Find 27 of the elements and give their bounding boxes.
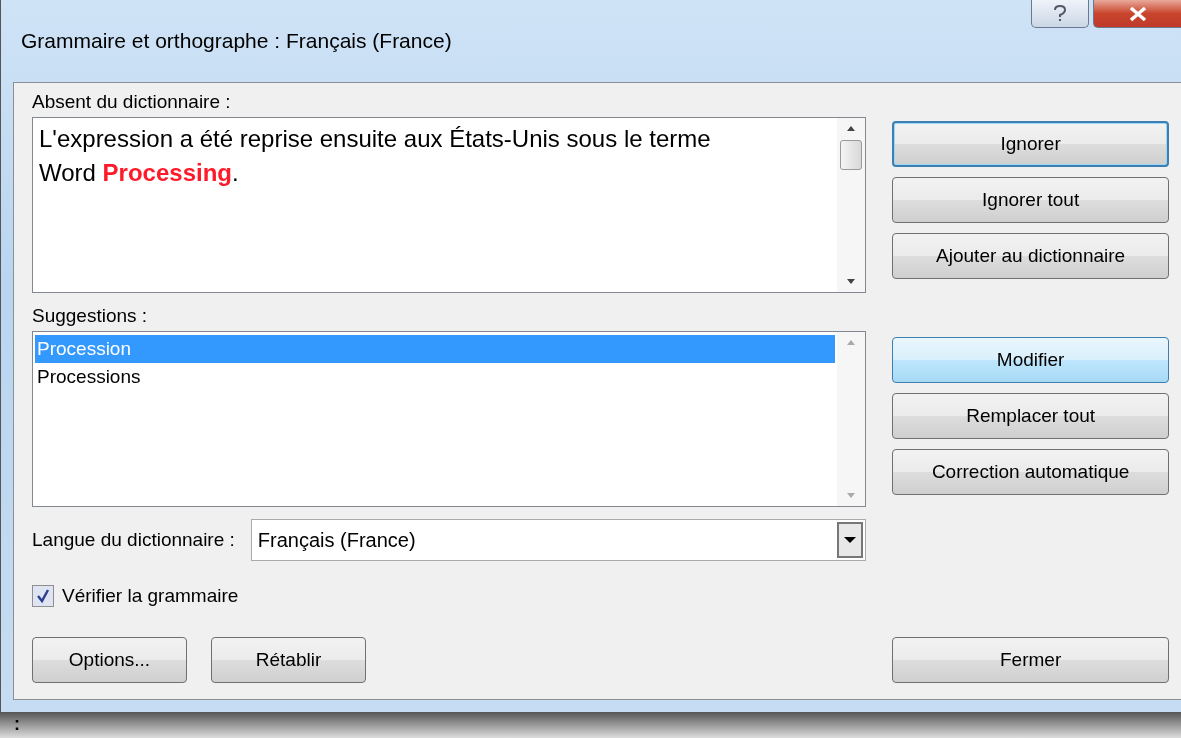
field-label: Langue du dictionnaire : <box>32 529 235 551</box>
close-icon <box>1128 5 1147 22</box>
window-title: Grammaire et orthographe : Français (France) <box>21 29 452 53</box>
checkbox[interactable] <box>32 585 54 607</box>
dialog-button[interactable]: Ignorer tout <box>892 177 1169 223</box>
sentence-field[interactable]: L'expression a été reprise ensuite aux États-Unis sous le terme Word Processing. <box>32 117 867 293</box>
field-label: Absent du dictionnaire : <box>32 90 232 114</box>
dialog-button[interactable]: Ignorer <box>892 121 1169 167</box>
dialog-button[interactable]: Options... <box>32 637 187 683</box>
dialog-button[interactable]: Modifier <box>892 337 1169 383</box>
field-label: Suggestions : <box>32 304 149 328</box>
scroll-bar[interactable] <box>837 332 866 506</box>
help-button[interactable] <box>1031 0 1089 28</box>
list-item[interactable]: Processions <box>35 363 836 391</box>
close-dialog-button[interactable]: Fermer <box>892 637 1169 683</box>
dialog-button[interactable]: Remplacer tout <box>892 393 1169 439</box>
checkbox-label: Vérifier la grammaire <box>62 585 239 607</box>
background-text: : <box>14 714 20 735</box>
dialog-button[interactable]: Ajouter au dictionnaire <box>892 233 1169 279</box>
close-button[interactable] <box>1093 0 1181 28</box>
scroll-bar[interactable] <box>837 118 866 292</box>
caret-icon <box>843 536 858 544</box>
help-icon <box>1053 4 1067 23</box>
dialog-button[interactable]: Correction automatique <box>892 449 1169 495</box>
sentence-text: L'expression a été reprise ensuite aux États-Unis sous le terme Word Processing. <box>38 124 712 188</box>
language-dropdown[interactable]: Français (France) <box>250 519 867 561</box>
dialog-button[interactable]: Rétablir <box>211 637 366 683</box>
